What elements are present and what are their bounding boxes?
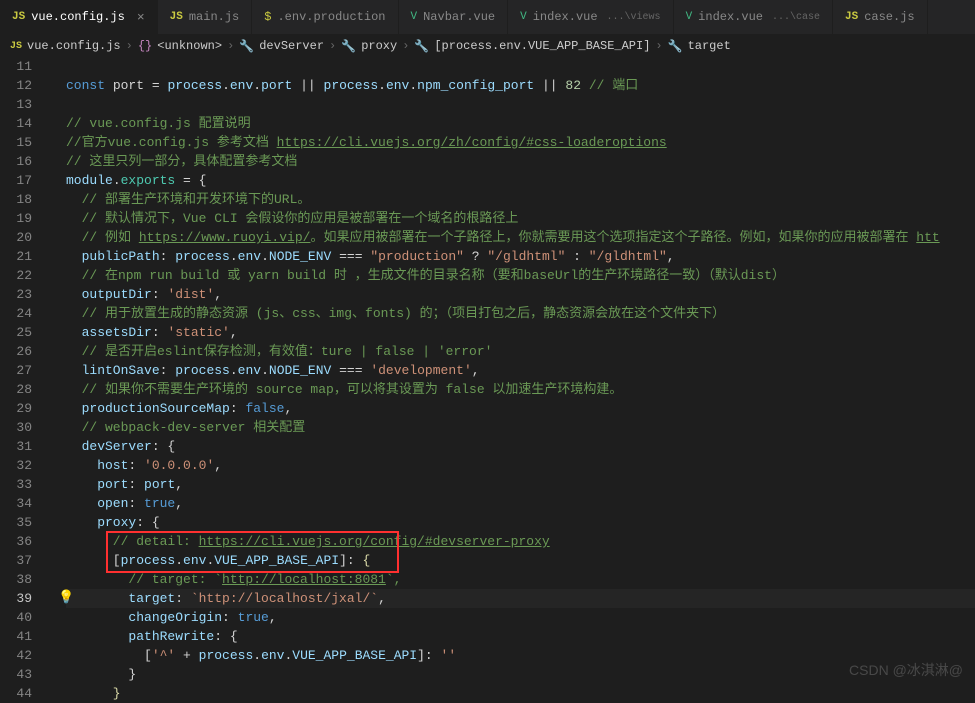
code-line: productionSourceMap: false, bbox=[66, 399, 975, 418]
js-icon: JS bbox=[170, 11, 183, 23]
tab-path: ...\case bbox=[772, 12, 820, 23]
tab-label: Navbar.vue bbox=[423, 10, 495, 24]
env-icon: $ bbox=[264, 10, 271, 24]
code-line: // 例如 https://www.ruoyi.vip/。如果应用被部署在一个子… bbox=[66, 228, 975, 247]
wrench-icon: 🔧 bbox=[668, 39, 683, 54]
code-line: changeOrigin: true, bbox=[66, 608, 975, 627]
tab-path: ...\views bbox=[607, 12, 661, 23]
chevron-right-icon: › bbox=[655, 39, 662, 53]
code-line: [process.env.VUE_APP_BASE_API]: { bbox=[66, 551, 975, 570]
tab-index-vue-views[interactable]: V index.vue ...\views bbox=[508, 0, 673, 34]
code-line: proxy: { bbox=[66, 513, 975, 532]
watermark: CSDN @冰淇淋@ bbox=[849, 660, 963, 680]
tab-navbar-vue[interactable]: V Navbar.vue bbox=[399, 0, 509, 34]
breadcrumb: JS vue.config.js › {} <unknown> › 🔧 devS… bbox=[0, 35, 975, 57]
code-line: const port = process.env.port || process… bbox=[66, 76, 975, 95]
code-line: //官方vue.config.js 参考文档 https://cli.vuejs… bbox=[66, 133, 975, 152]
code-line: port: port, bbox=[66, 475, 975, 494]
code-line: // 部署生产环境和开发环境下的URL。 bbox=[66, 190, 975, 209]
code-line: module.exports = { bbox=[66, 171, 975, 190]
chevron-right-icon: › bbox=[126, 39, 133, 53]
breadcrumb-item[interactable]: devServer bbox=[259, 39, 324, 53]
brace-icon: {} bbox=[138, 39, 152, 53]
lightbulb-icon[interactable]: 💡 bbox=[58, 590, 74, 605]
close-icon[interactable]: × bbox=[137, 10, 145, 25]
code-line: // vue.config.js 配置说明 bbox=[66, 114, 975, 133]
code-editor[interactable]: 1112131415161718192021222324252627282930… bbox=[0, 57, 975, 692]
breadcrumb-item[interactable]: vue.config.js bbox=[27, 39, 121, 53]
code-line: target: `http://localhost/jxal/`, bbox=[66, 589, 975, 608]
js-icon: JS bbox=[845, 11, 858, 23]
code-line bbox=[66, 95, 975, 114]
chevron-right-icon: › bbox=[402, 39, 409, 53]
tab-bar: JS vue.config.js × JS main.js $ .env.pro… bbox=[0, 0, 975, 35]
tab-case-js[interactable]: JS case.js bbox=[833, 0, 928, 34]
wrench-icon: 🔧 bbox=[239, 39, 254, 54]
vue-icon: V bbox=[411, 11, 418, 23]
code-line: lintOnSave: process.env.NODE_ENV === 'de… bbox=[66, 361, 975, 380]
code-line: open: true, bbox=[66, 494, 975, 513]
code-line: outputDir: 'dist', bbox=[66, 285, 975, 304]
code-line: // detail: https://cli.vuejs.org/config/… bbox=[66, 532, 975, 551]
tab-env-production[interactable]: $ .env.production bbox=[252, 0, 398, 34]
code-line: devServer: { bbox=[66, 437, 975, 456]
code-line: // 这里只列一部分，具体配置参考文档 bbox=[66, 152, 975, 171]
breadcrumb-item[interactable]: [process.env.VUE_APP_BASE_API] bbox=[434, 39, 650, 53]
code-line: // 在npm run build 或 yarn build 时 ，生成文件的目… bbox=[66, 266, 975, 285]
code-line bbox=[66, 57, 975, 76]
code-line: pathRewrite: { bbox=[66, 627, 975, 646]
line-number-gutter: 1112131415161718192021222324252627282930… bbox=[0, 57, 48, 692]
wrench-icon: 🔧 bbox=[414, 39, 429, 54]
code-line: // 用于放置生成的静态资源 (js、css、img、fonts) 的；（项目打… bbox=[66, 304, 975, 323]
code-line: ['^' + process.env.VUE_APP_BASE_API]: '' bbox=[66, 646, 975, 665]
code-line: } bbox=[66, 684, 975, 703]
wrench-icon: 🔧 bbox=[341, 39, 356, 54]
breadcrumb-item[interactable]: proxy bbox=[361, 39, 397, 53]
breadcrumb-item[interactable]: <unknown> bbox=[157, 39, 222, 53]
chevron-right-icon: › bbox=[227, 39, 234, 53]
code-line: host: '0.0.0.0', bbox=[66, 456, 975, 475]
code-line: // 是否开启eslint保存检测，有效值：ture | false | 'er… bbox=[66, 342, 975, 361]
chevron-right-icon: › bbox=[329, 39, 336, 53]
code-line: } bbox=[66, 665, 975, 684]
tab-label: vue.config.js bbox=[31, 10, 125, 24]
tab-label: index.vue bbox=[698, 10, 763, 24]
code-line: // webpack-dev-server 相关配置 bbox=[66, 418, 975, 437]
tab-main-js[interactable]: JS main.js bbox=[158, 0, 253, 34]
code-line: // 如果你不需要生产环境的 source map，可以将其设置为 false … bbox=[66, 380, 975, 399]
js-icon: JS bbox=[10, 41, 22, 52]
js-icon: JS bbox=[12, 11, 25, 23]
code-line: assetsDir: 'static', bbox=[66, 323, 975, 342]
tab-label: main.js bbox=[189, 10, 239, 24]
code-line: publicPath: process.env.NODE_ENV === "pr… bbox=[66, 247, 975, 266]
code-line: // 默认情况下，Vue CLI 会假设你的应用是被部署在一个域名的根路径上 bbox=[66, 209, 975, 228]
tab-vue-config[interactable]: JS vue.config.js × bbox=[0, 0, 158, 34]
breadcrumb-item[interactable]: target bbox=[688, 39, 731, 53]
tab-label: case.js bbox=[864, 10, 914, 24]
vue-icon: V bbox=[520, 11, 527, 23]
vue-icon: V bbox=[686, 11, 693, 23]
tab-index-vue-case[interactable]: V index.vue ...\case bbox=[674, 0, 833, 34]
code-line: // target: `http://localhost:8081`, bbox=[66, 570, 975, 589]
tab-label: index.vue bbox=[533, 10, 598, 24]
code-area[interactable]: const port = process.env.port || process… bbox=[48, 57, 975, 692]
tab-label: .env.production bbox=[277, 10, 385, 24]
